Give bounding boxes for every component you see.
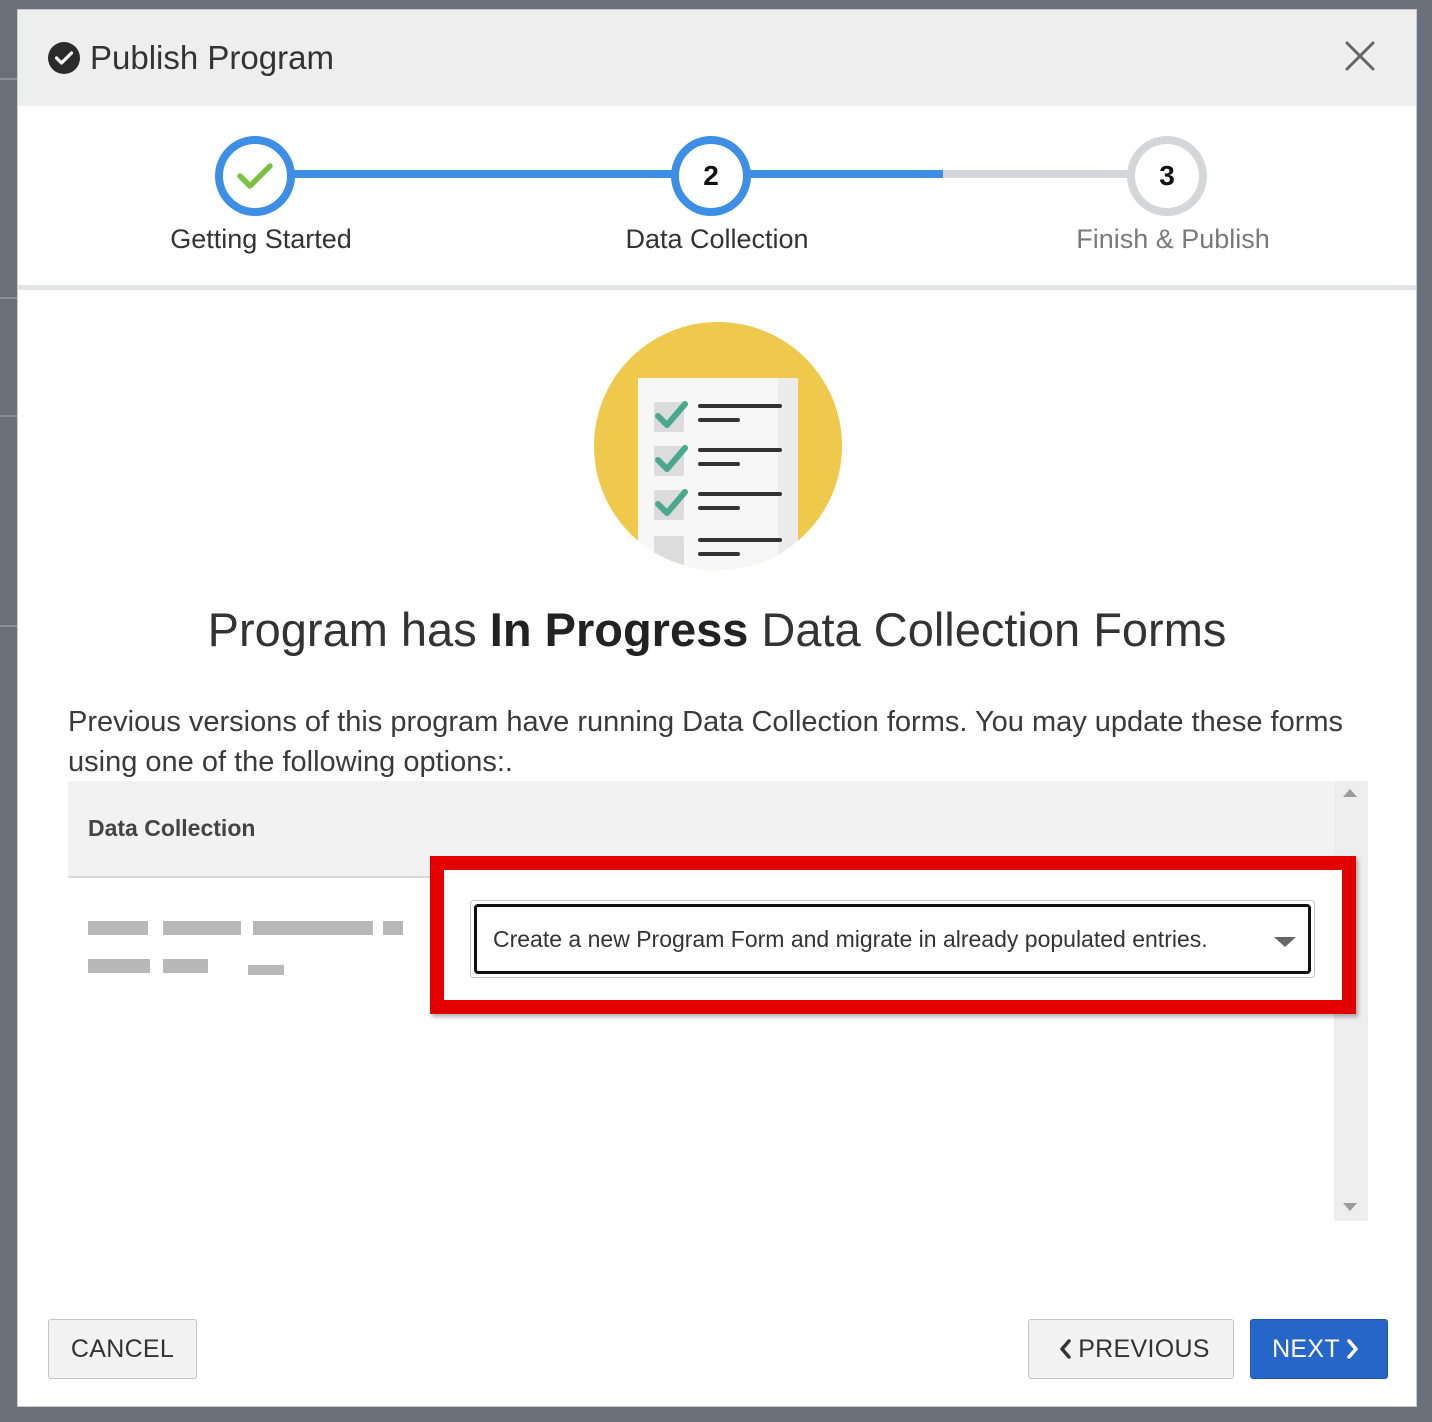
stepper-track-pending [943,170,1133,178]
check-circle-icon [48,42,80,74]
chevron-right-icon [1347,1339,1358,1359]
step-3-label[interactable]: Finish & Publish [1023,224,1323,255]
checkmark-icon [237,163,273,189]
step-3-circle[interactable]: 3 [1127,136,1207,216]
step-3-number: 3 [1159,160,1175,191]
previous-button[interactable]: PREVIOUS [1028,1319,1234,1379]
scroll-up-arrow-icon[interactable] [1343,789,1357,797]
redacted-form-name [88,909,408,979]
publish-program-dialog: Publish Program Getting Started 2 Data C… [17,9,1417,1407]
cancel-button[interactable]: CANCEL [48,1319,197,1379]
stepper-divider [18,285,1416,290]
step-1-circle[interactable] [215,136,295,216]
step-2-number: 2 [703,160,719,191]
select-value: Create a new Program Form and migrate in… [493,925,1208,952]
close-icon[interactable] [1342,38,1378,74]
step-2-circle[interactable]: 2 [671,136,751,216]
select-control[interactable]: Create a new Program Form and migrate in… [474,904,1311,974]
dialog-title: Publish Program [90,39,334,76]
cancel-label: CANCEL [70,1334,175,1363]
chevron-left-icon [1060,1339,1071,1359]
heading-prefix: Program has [207,603,490,656]
step-1-label[interactable]: Getting Started [111,224,411,255]
chevron-down-icon[interactable] [1274,937,1296,947]
previous-label: PREVIOUS [1078,1334,1210,1363]
next-button[interactable]: NEXT [1250,1319,1388,1379]
page-heading: Program has In Progress Data Collection … [18,602,1416,657]
column-header-data-collection: Data Collection [88,815,256,841]
progress-stepper: Getting Started 2 Data Collection 3 Fini… [18,106,1416,290]
heading-suffix: Data Collection Forms [748,603,1227,656]
dialog-header: Publish Program [18,10,1416,106]
stepper-track-complete [293,170,943,178]
description-text: Previous versions of this program have r… [68,706,1344,778]
next-label: NEXT [1272,1334,1340,1363]
checklist-illustration-icon [594,322,842,570]
step-2-label[interactable]: Data Collection [567,224,867,255]
heading-bold: In Progress [489,603,749,656]
scroll-down-arrow-icon[interactable] [1343,1203,1357,1211]
migration-option-select[interactable]: Create a new Program Form and migrate in… [470,900,1315,978]
